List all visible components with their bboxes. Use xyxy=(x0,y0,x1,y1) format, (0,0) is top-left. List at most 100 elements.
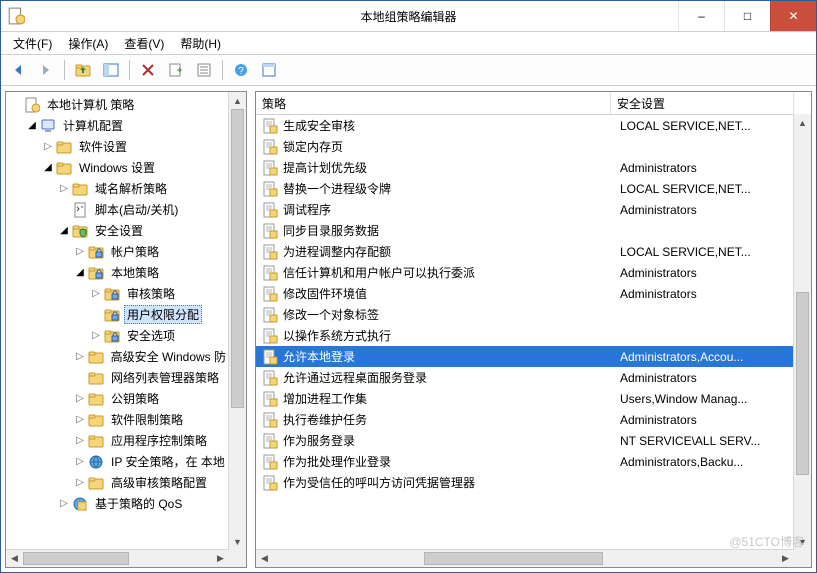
tree-node-pubkey[interactable]: ▷公钥策略 xyxy=(6,388,229,409)
tree-node-user-rights[interactable]: 用户权限分配 xyxy=(6,304,229,325)
scroll-left-icon[interactable]: ◀ xyxy=(256,550,273,567)
tree-node-nlm[interactable]: 网络列表管理器策略 xyxy=(6,367,229,388)
twisty-icon[interactable]: ▷ xyxy=(74,393,86,404)
tree-node-ipsec[interactable]: ▷IP 安全策略，在 本地 xyxy=(6,451,229,472)
twisty-icon[interactable]: ▷ xyxy=(90,330,102,341)
twisty-icon[interactable]: ▷ xyxy=(42,141,54,152)
twisty-icon[interactable]: ▷ xyxy=(74,456,86,467)
tree-node-appctrl[interactable]: ▷应用程序控制策略 xyxy=(6,430,229,451)
twisty-icon[interactable]: ▷ xyxy=(74,414,86,425)
policy-item-icon xyxy=(262,181,278,197)
tree-node-account-policy[interactable]: ▷ 帐户策略 xyxy=(6,241,229,262)
minimize-button[interactable]: – xyxy=(678,1,724,31)
column-header-policy[interactable]: 策略 xyxy=(256,92,611,114)
tree-node-audit-policy[interactable]: ▷审核策略 xyxy=(6,283,229,304)
list-hscrollbar[interactable]: ◀ ▶ xyxy=(256,549,794,567)
list-pane: 策略 安全设置 生成安全审核LOCAL SERVICE,NET...锁定内存页提… xyxy=(255,91,812,568)
menu-help[interactable]: 帮助(H) xyxy=(172,33,229,54)
policy-row[interactable]: 允许本地登录Administrators,Accou... xyxy=(256,346,794,367)
policy-setting: Administrators xyxy=(616,161,794,175)
policy-row[interactable]: 允许通过远程桌面服务登录Administrators xyxy=(256,367,794,388)
tree-node-adv-audit[interactable]: ▷高级审核策略配置 xyxy=(6,472,229,493)
twisty-icon[interactable]: ▷ xyxy=(74,351,86,362)
policy-item-icon xyxy=(262,265,278,281)
tree-node-local-policy[interactable]: ◢本地策略 xyxy=(6,262,229,283)
close-button[interactable]: ✕ xyxy=(770,1,816,31)
twisty-icon[interactable]: ◢ xyxy=(58,225,70,236)
policy-list[interactable]: 生成安全审核LOCAL SERVICE,NET...锁定内存页提高计划优先级Ad… xyxy=(256,115,794,550)
menu-file[interactable]: 文件(F) xyxy=(5,33,60,54)
twisty-icon[interactable]: ◢ xyxy=(26,120,38,131)
show-hide-tree-button[interactable] xyxy=(98,57,124,83)
policy-name: 修改固件环境值 xyxy=(283,285,367,302)
twisty-icon[interactable]: ▷ xyxy=(74,477,86,488)
policy-row[interactable]: 执行卷维护任务Administrators xyxy=(256,409,794,430)
column-header-setting[interactable]: 安全设置 xyxy=(611,92,794,114)
tree-node-adv-windows[interactable]: ▷高级安全 Windows 防 xyxy=(6,346,229,367)
policy-item-icon xyxy=(262,286,278,302)
policy-row[interactable]: 修改固件环境值Administrators xyxy=(256,283,794,304)
back-button[interactable] xyxy=(5,57,31,83)
policy-item-icon xyxy=(262,349,278,365)
list-vscrollbar[interactable]: ▲ ▼ xyxy=(793,114,811,550)
up-button[interactable] xyxy=(70,57,96,83)
twisty-icon[interactable]: ▷ xyxy=(90,288,102,299)
policy-item-icon xyxy=(262,370,278,386)
twisty-icon[interactable]: ▷ xyxy=(74,246,86,257)
tree-hscrollbar[interactable]: ◀ ▶ xyxy=(6,549,229,567)
menu-view[interactable]: 查看(V) xyxy=(116,33,172,54)
folder-icon xyxy=(88,370,104,386)
tree-node-qos[interactable]: ▷基于策略的 QoS xyxy=(6,493,229,514)
policy-row[interactable]: 锁定内存页 xyxy=(256,136,794,157)
scroll-up-icon[interactable]: ▲ xyxy=(794,114,811,131)
export-list-button[interactable] xyxy=(163,57,189,83)
tree-node-root[interactable]: 本地计算机 策略 xyxy=(6,94,229,115)
twisty-icon[interactable]: ▷ xyxy=(58,183,70,194)
scroll-right-icon[interactable]: ▶ xyxy=(777,550,794,567)
tree-vscrollbar[interactable]: ▲ ▼ xyxy=(228,92,246,550)
scroll-down-icon[interactable]: ▼ xyxy=(794,533,811,550)
scroll-left-icon[interactable]: ◀ xyxy=(6,550,23,567)
tree-node-security-options[interactable]: ▷安全选项 xyxy=(6,325,229,346)
tree-node-security[interactable]: ◢安全设置 xyxy=(6,220,229,241)
tree[interactable]: 本地计算机 策略◢计算机配置▷软件设置◢Windows 设置▷域名解析策略脚本(… xyxy=(6,92,246,567)
scroll-right-icon[interactable]: ▶ xyxy=(212,550,229,567)
tree-node-label: 脚本(启动/关机) xyxy=(92,200,181,219)
back-icon xyxy=(10,62,26,78)
tree-node-computer-cfg[interactable]: ◢计算机配置 xyxy=(6,115,229,136)
tree-node-label: 网络列表管理器策略 xyxy=(108,368,222,387)
tree-node-label: 帐户策略 xyxy=(108,242,162,261)
policy-row[interactable]: 以操作系统方式执行 xyxy=(256,325,794,346)
policy-row[interactable]: 作为服务登录NT SERVICE\ALL SERV... xyxy=(256,430,794,451)
maximize-button[interactable]: □ xyxy=(724,1,770,31)
properties-button[interactable] xyxy=(191,57,217,83)
policy-row[interactable]: 作为受信任的呼叫方访问凭据管理器 xyxy=(256,472,794,493)
policy-row[interactable]: 替换一个进程级令牌LOCAL SERVICE,NET... xyxy=(256,178,794,199)
policy-row[interactable]: 作为批处理作业登录Administrators,Backu... xyxy=(256,451,794,472)
help-button[interactable]: ? xyxy=(228,57,254,83)
tree-node-scripts[interactable]: 脚本(启动/关机) xyxy=(6,199,229,220)
twisty-icon[interactable]: ◢ xyxy=(42,162,54,173)
twisty-icon[interactable]: ▷ xyxy=(58,498,70,509)
refresh-button[interactable] xyxy=(256,57,282,83)
twisty-icon[interactable]: ◢ xyxy=(74,267,86,278)
policy-row[interactable]: 修改一个对象标签 xyxy=(256,304,794,325)
menu-action[interactable]: 操作(A) xyxy=(60,33,116,54)
tree-node-srp[interactable]: ▷软件限制策略 xyxy=(6,409,229,430)
policy-row[interactable]: 为进程调整内存配额LOCAL SERVICE,NET... xyxy=(256,241,794,262)
tree-node-windows[interactable]: ◢Windows 设置 xyxy=(6,157,229,178)
policy-row[interactable]: 提高计划优先级Administrators xyxy=(256,157,794,178)
twisty-icon[interactable]: ▷ xyxy=(74,435,86,446)
up-icon xyxy=(75,62,91,78)
policy-row[interactable]: 同步目录服务数据 xyxy=(256,220,794,241)
forward-button[interactable] xyxy=(33,57,59,83)
policy-row[interactable]: 生成安全审核LOCAL SERVICE,NET... xyxy=(256,115,794,136)
policy-row[interactable]: 信任计算机和用户帐户可以执行委派Administrators xyxy=(256,262,794,283)
policy-row[interactable]: 增加进程工作集Users,Window Manag... xyxy=(256,388,794,409)
tree-node-software[interactable]: ▷软件设置 xyxy=(6,136,229,157)
policy-row[interactable]: 调试程序Administrators xyxy=(256,199,794,220)
scroll-down-icon[interactable]: ▼ xyxy=(229,533,246,550)
delete-button[interactable] xyxy=(135,57,161,83)
scroll-up-icon[interactable]: ▲ xyxy=(229,92,246,109)
tree-node-dns-policy[interactable]: ▷域名解析策略 xyxy=(6,178,229,199)
